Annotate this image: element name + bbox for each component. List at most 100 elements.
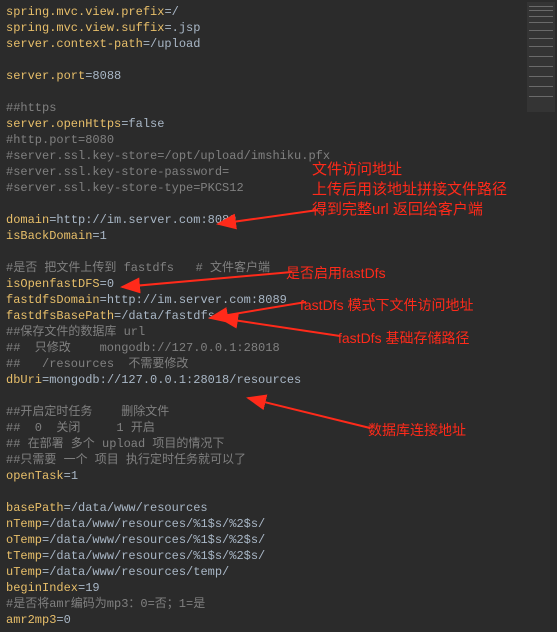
code-line: #server.ssl.key-store-type=PKCS12 [6,180,551,196]
code-line: ## 0 关闭 1 开启 [6,420,551,436]
code-line: ## 在部署 多个 upload 项目的情况下 [6,436,551,452]
code-line [6,388,551,404]
property-value: / [172,5,179,19]
property-key: openTask [6,469,64,483]
code-line: uTemp=/data/www/resources/temp/ [6,564,551,580]
comment-text: #server.ssl.key-store=/opt/upload/imshik… [6,149,330,163]
equals-sign: = [143,37,150,51]
minimap[interactable] [527,2,555,112]
code-line: #是否 把文件上传到 fastdfs # 文件客户端 [6,260,551,276]
code-line: tTemp=/data/www/resources/%1$s/%2$s/ [6,548,551,564]
property-value: http://im.server.com:8089 [107,293,287,307]
code-line: amr2mp3=0 [6,612,551,628]
property-value: /data/www/resources/%1$s/%2$s/ [49,533,265,547]
property-key: server.context-path [6,37,143,51]
code-line: beginIndex=19 [6,580,551,596]
comment-text: #server.ssl.key-store-password= [6,165,229,179]
property-value: /data/www/resources/temp/ [49,565,229,579]
property-key: spring.mvc.view.prefix [6,5,164,19]
equals-sign: = [164,5,171,19]
code-line: ##保存文件的数据库 url [6,324,551,340]
property-value: /data/fastdfs [121,309,215,323]
property-key: amr2mp3 [6,613,56,627]
comment-text: #是否 把文件上传到 fastdfs # 文件客户端 [6,261,270,275]
property-value: /data/www/resources [71,501,208,515]
equals-sign: = [64,469,71,483]
equals-sign: = [164,21,171,35]
code-line: spring.mvc.view.suffix=.jsp [6,20,551,36]
code-line [6,84,551,100]
code-line: domain=http://im.server.com:8089 [6,212,551,228]
property-key: domain [6,213,49,227]
comment-text: ##https [6,101,56,115]
property-value: 0 [107,277,114,291]
code-line: dbUri=mongodb://127.0.0.1:28018/resource… [6,372,551,388]
code-line: ## /resources 不需要修改 [6,356,551,372]
code-line: server.port=8088 [6,68,551,84]
comment-text: ## /resources 不需要修改 [6,357,188,371]
comment-text: ## 0 关闭 1 开启 [6,421,155,435]
code-line: #server.ssl.key-store-password= [6,164,551,180]
property-value: mongodb://127.0.0.1:28018/resources [49,373,301,387]
code-line: basePath=/data/www/resources [6,500,551,516]
code-line: isOpenfastDFS=0 [6,276,551,292]
property-key: beginIndex [6,581,78,595]
code-line: spring.mvc.view.prefix=/ [6,4,551,20]
code-line: openTask=1 [6,468,551,484]
equals-sign: = [64,501,71,515]
comment-text: #是否将amr编码为mp3：0=否；1=是 [6,597,205,611]
comment-text: ##开启定时任务 删除文件 [6,405,169,419]
comment-text: ##只需要 一个 项目 执行定时任务就可以了 [6,453,246,467]
property-value: /data/www/resources/%1$s/%2$s/ [49,517,265,531]
code-line: fastdfsDomain=http://im.server.com:8089 [6,292,551,308]
property-value: 8088 [92,69,121,83]
property-value: 0 [64,613,71,627]
code-line: ##https [6,100,551,116]
property-key: spring.mvc.view.suffix [6,21,164,35]
property-key: server.openHttps [6,117,121,131]
property-value: /upload [150,37,200,51]
comment-text: ## 只修改 mongodb://127.0.0.1:28018 [6,341,280,355]
comment-text: ## 在部署 多个 upload 项目的情况下 [6,437,224,451]
property-value: /data/www/resources/%1$s/%2$s/ [49,549,265,563]
equals-sign: = [92,229,99,243]
equals-sign: = [100,277,107,291]
code-line: ## 只修改 mongodb://127.0.0.1:28018 [6,340,551,356]
property-key: fastdfsDomain [6,293,100,307]
property-key: isOpenfastDFS [6,277,100,291]
property-key: nTemp [6,517,42,531]
code-line [6,244,551,260]
code-editor[interactable]: spring.mvc.view.prefix=/spring.mvc.view.… [0,0,557,632]
property-key: oTemp [6,533,42,547]
code-line: oTemp=/data/www/resources/%1$s/%2$s/ [6,532,551,548]
code-line: fastdfsBasePath=/data/fastdfs [6,308,551,324]
property-key: server.port [6,69,85,83]
equals-sign: = [56,613,63,627]
code-line: server.openHttps=false [6,116,551,132]
code-line: #是否将amr编码为mp3：0=否；1=是 [6,596,551,612]
comment-text: #http.port=8080 [6,133,114,147]
property-key: fastdfsBasePath [6,309,114,323]
comment-text: ##保存文件的数据库 url [6,325,145,339]
property-key: tTemp [6,549,42,563]
code-line: nTemp=/data/www/resources/%1$s/%2$s/ [6,516,551,532]
property-key: dbUri [6,373,42,387]
property-value: 1 [100,229,107,243]
property-value: 1 [71,469,78,483]
code-line [6,196,551,212]
code-line: server.context-path=/upload [6,36,551,52]
code-line: isBackDomain=1 [6,228,551,244]
equals-sign: = [100,293,107,307]
property-key: uTemp [6,565,42,579]
property-key: isBackDomain [6,229,92,243]
code-line: #server.ssl.key-store=/opt/upload/imshik… [6,148,551,164]
comment-text: #server.ssl.key-store-type=PKCS12 [6,181,244,195]
code-line [6,484,551,500]
code-line: ##只需要 一个 项目 执行定时任务就可以了 [6,452,551,468]
property-value: false [128,117,164,131]
property-value: .jsp [172,21,201,35]
property-key: basePath [6,501,64,515]
property-value: http://im.server.com:8089 [56,213,236,227]
code-line [6,52,551,68]
code-line: ##开启定时任务 删除文件 [6,404,551,420]
